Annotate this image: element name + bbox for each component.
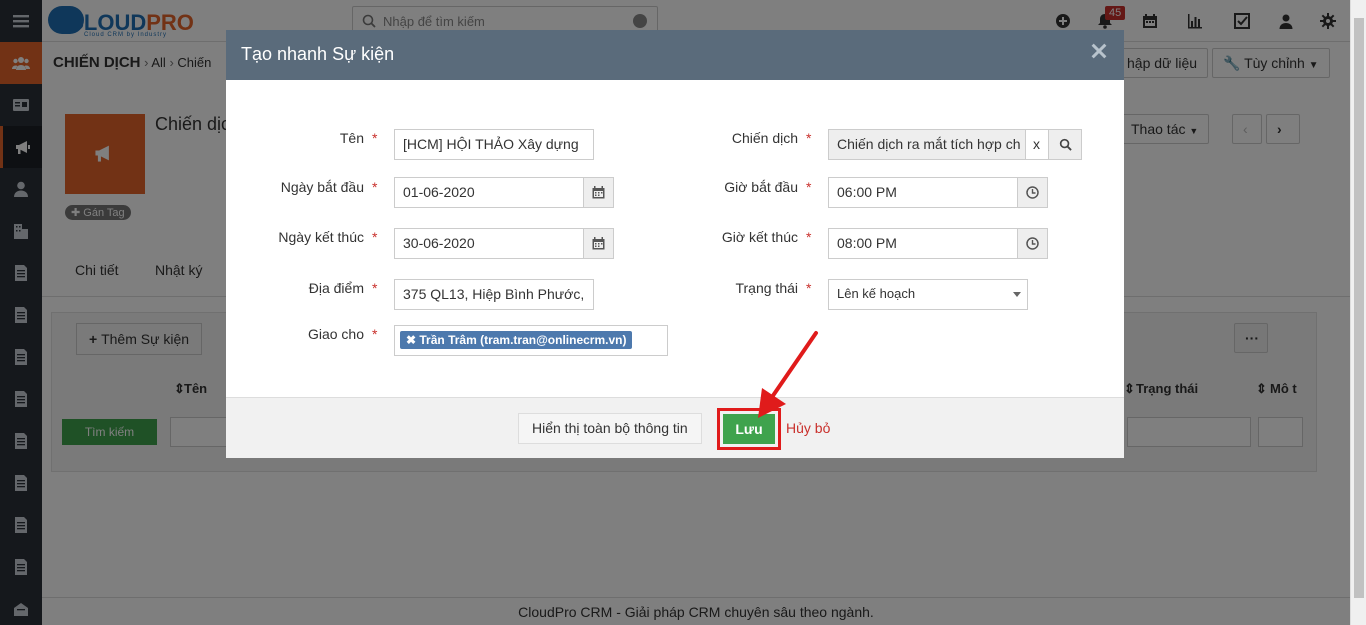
start-date-label: Ngày bắt đầu xyxy=(280,179,364,195)
dialog-header: Tạo nhanh Sự kiện xyxy=(226,30,1124,80)
end-date-field[interactable]: 30-06-2020 xyxy=(394,228,614,259)
calendar-icon[interactable] xyxy=(583,178,613,207)
remove-icon[interactable]: ✖ xyxy=(406,333,419,347)
annotation-arrow-icon xyxy=(758,331,818,418)
dialog-body: Tên * [HCM] HỘI THẢO Xây dựng Ngày bắt đ… xyxy=(226,80,1124,397)
assign-to-label: Giao cho xyxy=(307,326,364,342)
required-mark: * xyxy=(806,179,812,195)
start-time-value: 06:00 PM xyxy=(837,184,897,200)
required-mark: * xyxy=(806,229,812,245)
start-time-label: Giờ bắt đầu xyxy=(724,179,798,195)
campaign-field: Chiến dịch ra mắt tích hợp ch xyxy=(828,129,1026,160)
dialog-title: Tạo nhanh Sự kiện xyxy=(241,44,395,64)
name-label: Tên xyxy=(339,130,364,146)
assignee-value: Trần Trâm (tram.tran@onlinecrm.vn) xyxy=(419,333,627,347)
start-date-value: 01-06-2020 xyxy=(403,184,475,200)
end-time-field[interactable]: 08:00 PM xyxy=(828,228,1048,259)
caret-down-icon xyxy=(1013,292,1021,297)
required-mark: * xyxy=(372,130,378,146)
status-label: Trạng thái xyxy=(735,280,798,296)
required-mark: * xyxy=(372,280,378,296)
page-scrollbar[interactable] xyxy=(1350,0,1366,625)
assignee-chip: ✖ Trần Trâm (tram.tran@onlinecrm.vn) xyxy=(400,331,633,349)
end-time-value: 08:00 PM xyxy=(837,235,897,251)
start-date-field[interactable]: 01-06-2020 xyxy=(394,177,614,208)
name-field[interactable]: [HCM] HỘI THẢO Xây dựng xyxy=(394,129,594,160)
clock-icon[interactable] xyxy=(1017,178,1047,207)
status-value: Lên kế hoạch xyxy=(837,286,916,301)
calendar-icon[interactable] xyxy=(583,229,613,258)
close-icon[interactable] xyxy=(1090,42,1108,60)
end-date-value: 30-06-2020 xyxy=(403,235,475,251)
search-icon xyxy=(1059,138,1072,151)
location-field[interactable]: 375 QL13, Hiệp Bình Phước, xyxy=(394,279,594,310)
dialog-footer: Hiển thị toàn bộ thông tin Lưu Hủy bỏ xyxy=(226,397,1124,458)
location-label: Địa điểm xyxy=(308,280,364,296)
start-time-field[interactable]: 06:00 PM xyxy=(828,177,1048,208)
required-mark: * xyxy=(372,326,378,342)
required-mark: * xyxy=(372,179,378,195)
clock-icon[interactable] xyxy=(1017,229,1047,258)
quick-create-event-dialog: Tạo nhanh Sự kiện Tên * [HCM] HỘI THẢO X… xyxy=(226,30,1124,458)
campaign-search-button[interactable] xyxy=(1048,129,1082,160)
status-select[interactable]: Lên kế hoạch xyxy=(828,279,1028,310)
required-mark: * xyxy=(806,130,812,146)
required-mark: * xyxy=(806,280,812,296)
assign-to-field[interactable]: ✖ Trần Trâm (tram.tran@onlinecrm.vn) xyxy=(394,325,668,356)
clear-campaign-button[interactable]: x xyxy=(1025,129,1049,160)
required-mark: * xyxy=(372,229,378,245)
end-time-label: Giờ kết thúc xyxy=(721,229,798,245)
end-date-label: Ngày kết thúc xyxy=(278,229,364,245)
show-full-form-button[interactable]: Hiển thị toàn bộ thông tin xyxy=(518,413,702,444)
campaign-label: Chiến dịch xyxy=(731,130,798,146)
